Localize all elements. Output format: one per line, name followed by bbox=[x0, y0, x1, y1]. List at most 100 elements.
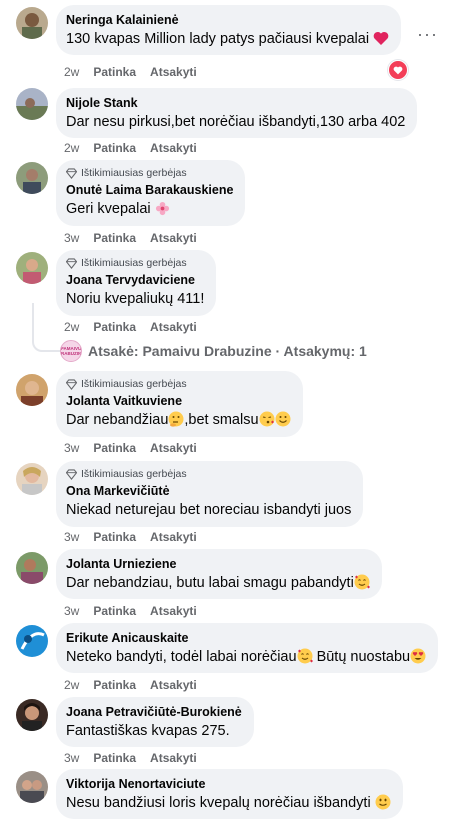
smiling-face-with-hearts-emoji bbox=[354, 574, 370, 596]
like-button[interactable]: Patinka bbox=[93, 604, 136, 618]
comment-text: Dar nebandziau, butu labai smagu pabandy… bbox=[66, 574, 370, 596]
comment-actions: 3w Patinka Atsakyti bbox=[64, 441, 211, 455]
badge-label: Ištikimiausias gerbėjas bbox=[81, 468, 187, 480]
avatar[interactable] bbox=[16, 463, 48, 495]
comment-bubble: Ištikimiausias gerbėjas Onutė Laima Bara… bbox=[56, 160, 246, 226]
comment-actions: 3w Patinka Atsakyti bbox=[64, 231, 211, 245]
like-button[interactable]: Patinka bbox=[93, 530, 136, 544]
comment-bubble: Ištikimiausias gerbėjas Jolanta Vaitkuvi… bbox=[56, 371, 303, 437]
reply-button[interactable]: Atsakyti bbox=[150, 441, 197, 455]
comment-text: Geri kvepalai bbox=[66, 200, 233, 222]
like-button[interactable]: Patinka bbox=[93, 751, 136, 765]
comment-time[interactable]: 3w bbox=[64, 530, 79, 544]
avatar[interactable] bbox=[16, 162, 48, 194]
reply-button[interactable]: Atsakyti bbox=[150, 231, 197, 245]
badge-label: Ištikimiausias gerbėjas bbox=[81, 167, 187, 179]
comment-actions: 3w Patinka Atsakyti bbox=[64, 751, 211, 765]
like-button[interactable]: Patinka bbox=[93, 65, 136, 79]
comment-bubble: Jolanta Urnieziene Dar nebandziau, butu … bbox=[56, 549, 382, 599]
comment-text: Niekad neturejau bet noreciau isbandyti … bbox=[66, 502, 352, 518]
reply-avatar: PAMAIVU DRABUZINE bbox=[60, 340, 82, 362]
reply-button[interactable]: Atsakyti bbox=[150, 751, 197, 765]
reply-button[interactable]: Atsakyti bbox=[150, 65, 197, 79]
reply-button[interactable]: Atsakyti bbox=[150, 320, 197, 334]
comment-author[interactable]: Jolanta Vaitkuviene bbox=[66, 393, 291, 409]
like-button[interactable]: Patinka bbox=[93, 141, 136, 155]
heart-reaction-icon[interactable] bbox=[388, 60, 408, 80]
like-button[interactable]: Patinka bbox=[93, 320, 136, 334]
comment-time[interactable]: 3w bbox=[64, 604, 79, 618]
comment-bubble: Nijole Stank Dar nesu pirkusi,bet norėči… bbox=[56, 88, 418, 138]
like-button[interactable]: Patinka bbox=[93, 678, 136, 692]
comment-text: 130 kvapas Million lady patys pačiausi k… bbox=[66, 30, 389, 52]
smiling-face-emoji bbox=[275, 411, 291, 433]
comment-actions: 2w Patinka Atsakyti bbox=[64, 320, 211, 334]
reply-button[interactable]: Atsakyti bbox=[150, 604, 197, 618]
comment-time[interactable]: 2w bbox=[64, 320, 79, 334]
comment-text: Noriu kvepaliukų 411! bbox=[66, 291, 205, 307]
comment-text: Dar nebandžiau ,bet smalsu bbox=[66, 411, 291, 433]
avatar[interactable] bbox=[16, 552, 48, 584]
comment-time[interactable]: 3w bbox=[64, 751, 79, 765]
comment-time[interactable]: 2w bbox=[64, 141, 79, 155]
top-fan-badge: Ištikimiausias gerbėjas bbox=[66, 378, 291, 390]
top-fan-badge: Ištikimiausias gerbėjas bbox=[66, 257, 204, 269]
comment-actions: 2w Patinka Atsakyti bbox=[64, 141, 211, 155]
smiling-face-with-hearts-emoji bbox=[297, 648, 313, 670]
comment-bubble: Erikute Anicauskaite Neteko bandyti, tod… bbox=[56, 623, 439, 673]
comment-actions: 3w Patinka Atsakyti bbox=[64, 530, 211, 544]
comment-actions: 3w Patinka Atsakyti bbox=[64, 604, 211, 618]
thinking-face-emoji bbox=[168, 411, 184, 433]
avatar[interactable] bbox=[16, 7, 48, 39]
comment-text: Nesu bandžiusi loris kvepalų norėčiau iš… bbox=[66, 794, 391, 816]
reply-button[interactable]: Atsakyti bbox=[150, 141, 197, 155]
avatar[interactable] bbox=[16, 374, 48, 406]
comment-bubble: Viktorija Nenortaviciute Nesu bandžiusi … bbox=[56, 769, 403, 819]
slightly-smiling-face-emoji bbox=[375, 794, 391, 816]
diamond-icon bbox=[66, 468, 77, 480]
comment-time[interactable]: 3w bbox=[64, 231, 79, 245]
avatar[interactable] bbox=[16, 88, 48, 120]
view-replies-link[interactable]: PAMAIVU DRABUZINE Atsakė: Pamaivu Drabuz… bbox=[60, 340, 367, 362]
avatar[interactable] bbox=[16, 771, 48, 803]
diamond-icon bbox=[66, 378, 77, 390]
comment-author[interactable]: Nijole Stank bbox=[66, 95, 405, 111]
comment-bubble: Ištikimiausias gerbėjas Ona Markevičiūtė… bbox=[56, 461, 364, 527]
diamond-icon bbox=[66, 167, 77, 179]
comment-author[interactable]: Joana Tervydaviciene bbox=[66, 272, 204, 288]
top-fan-badge: Ištikimiausias gerbėjas bbox=[66, 167, 233, 179]
heart-eyes-emoji bbox=[410, 648, 426, 670]
like-button[interactable]: Patinka bbox=[93, 441, 136, 455]
comment-time[interactable]: 2w bbox=[64, 678, 79, 692]
comment-time[interactable]: 2w bbox=[64, 65, 79, 79]
comment-author[interactable]: Jolanta Urnieziene bbox=[66, 556, 370, 572]
like-button[interactable]: Patinka bbox=[93, 231, 136, 245]
kissing-face-emoji bbox=[259, 411, 275, 433]
comment-author[interactable]: Neringa Kalainienė bbox=[66, 12, 389, 28]
more-options-icon[interactable]: ··· bbox=[417, 24, 438, 45]
reply-button[interactable]: Atsakyti bbox=[150, 530, 197, 544]
comment-text: Neteko bandyti, todėl labai norėčiau Būt… bbox=[66, 648, 426, 670]
comment-text: Fantastiškas kvapas 275. bbox=[66, 723, 230, 739]
replies-summary[interactable]: Atsakė: Pamaivu Drabuzine · Atsakymų: 1 bbox=[88, 343, 367, 359]
comment-bubble: Joana Petravičiūtė-Burokienė Fantastiška… bbox=[56, 697, 254, 747]
comment-author[interactable]: Joana Petravičiūtė-Burokienė bbox=[66, 704, 242, 720]
flower-emoji bbox=[155, 201, 170, 222]
comment-author[interactable]: Erikute Anicauskaite bbox=[66, 630, 426, 646]
avatar[interactable] bbox=[16, 252, 48, 284]
reply-button[interactable]: Atsakyti bbox=[150, 678, 197, 692]
comment-author[interactable]: Ona Markevičiūtė bbox=[66, 483, 351, 499]
comment-author[interactable]: Viktorija Nenortaviciute bbox=[66, 776, 391, 792]
comment-bubble: Ištikimiausias gerbėjas Joana Tervydavic… bbox=[56, 250, 217, 316]
comment-actions: 2w Patinka Atsakyti bbox=[64, 65, 211, 79]
comment-author[interactable]: Onutė Laima Barakauskiene bbox=[66, 182, 233, 198]
badge-label: Ištikimiausias gerbėjas bbox=[81, 257, 187, 269]
badge-label: Ištikimiausias gerbėjas bbox=[81, 378, 187, 390]
reply-thread-line bbox=[32, 303, 60, 352]
avatar[interactable] bbox=[16, 625, 48, 657]
comment-bubble: Neringa Kalainienė 130 kvapas Million la… bbox=[56, 5, 402, 55]
comment-text: Dar nesu pirkusi,bet norėčiau išbandyti,… bbox=[66, 114, 406, 130]
top-fan-badge: Ištikimiausias gerbėjas bbox=[66, 468, 351, 480]
avatar[interactable] bbox=[16, 699, 48, 731]
comment-time[interactable]: 3w bbox=[64, 441, 79, 455]
